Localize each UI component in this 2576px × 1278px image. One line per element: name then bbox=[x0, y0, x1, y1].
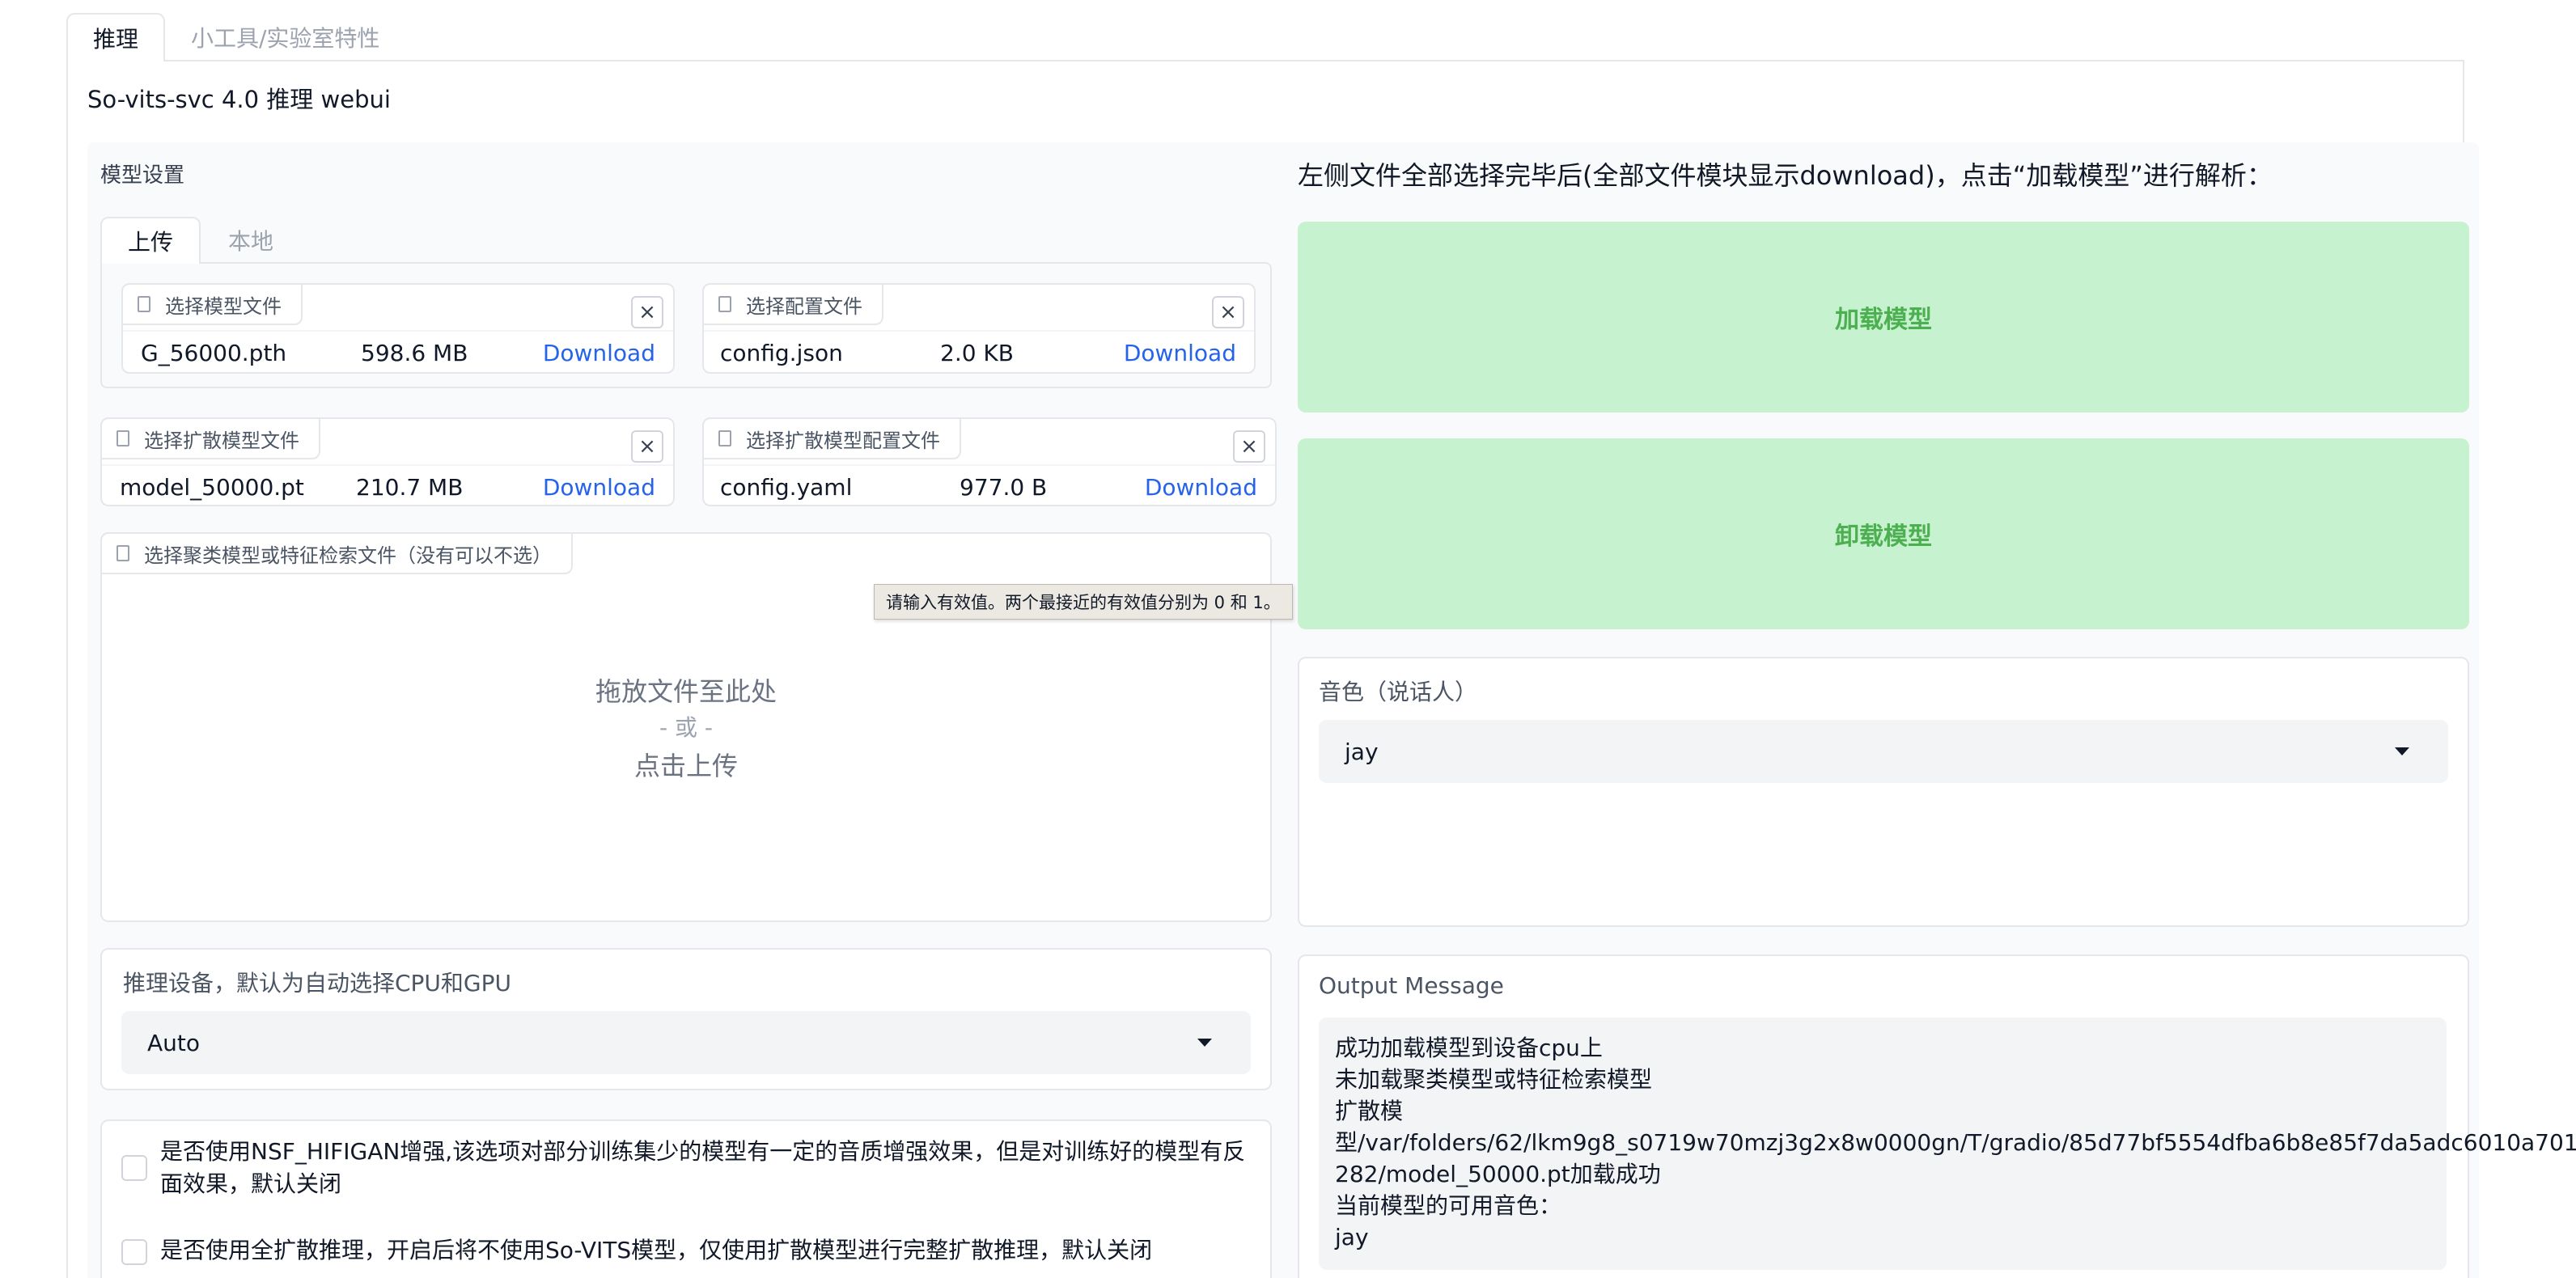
file-icon bbox=[117, 430, 129, 446]
device-value: Auto bbox=[147, 1029, 201, 1056]
page-title: So-vits-svc 4.0 推理 webui bbox=[87, 86, 391, 113]
device-label: 推理设备，默认为自动选择CPU和GPU bbox=[123, 970, 512, 997]
file-icon bbox=[117, 545, 129, 561]
output-line: 当前模型的可用音色： bbox=[1335, 1192, 1562, 1219]
file-icon bbox=[138, 296, 150, 312]
file-size: 598.6 MB bbox=[361, 340, 468, 366]
download-link[interactable]: Download bbox=[543, 474, 655, 501]
model-file-label-text: 选择模型文件 bbox=[165, 294, 282, 318]
output-line: 未加载聚类模型或特征检索模型 bbox=[1335, 1066, 1653, 1093]
download-link[interactable]: Download bbox=[1124, 340, 1236, 366]
tab-upload[interactable]: 上传 bbox=[100, 217, 201, 264]
output-line: 成功加载模型到设备cpu上 bbox=[1335, 1035, 1603, 1061]
diffusion-config-file-card: 选择扩散模型配置文件 × config.yaml 977.0 B Downloa… bbox=[702, 417, 1277, 506]
file-size: 977.0 B bbox=[960, 474, 1048, 501]
close-icon[interactable]: × bbox=[1233, 430, 1265, 463]
config-file-label-text: 选择配置文件 bbox=[746, 294, 862, 318]
file-row: model_50000.pt 210.7 MB Download bbox=[102, 464, 673, 506]
file-row: config.json 2.0 KB Download bbox=[704, 330, 1254, 372]
close-icon[interactable]: × bbox=[1212, 296, 1244, 328]
file-name: G_56000.pth bbox=[141, 340, 287, 366]
tab-tools[interactable]: 小工具/实验室特性 bbox=[170, 13, 400, 61]
file-size: 2.0 KB bbox=[940, 340, 1014, 366]
click-upload: 点击上传 bbox=[633, 751, 738, 781]
device-block: 推理设备，默认为自动选择CPU和GPU Auto bbox=[100, 948, 1272, 1090]
output-line: 282/model_50000.pt加载成功 bbox=[1335, 1161, 1661, 1187]
cluster-file-label: 选择聚类模型或特征检索文件（没有可以不选） bbox=[100, 532, 573, 574]
close-icon[interactable]: × bbox=[631, 296, 663, 328]
model-settings-label: 模型设置 bbox=[100, 163, 185, 188]
output-label: Output Message bbox=[1319, 972, 1504, 999]
drop-hint: 拖放文件至此处 bbox=[595, 676, 777, 707]
download-link[interactable]: Download bbox=[543, 340, 655, 366]
options-block: 是否使用NSF_HIFIGAN增强,该选项对部分训练集少的模型有一定的音质增强效… bbox=[100, 1119, 1272, 1278]
full-diffusion-label: 是否使用全扩散推理，开启后将不使用So-VITS模型，仅使用扩散模型进行完整扩散… bbox=[160, 1237, 1153, 1263]
cluster-file-label-text: 选择聚类模型或特征检索文件（没有可以不选） bbox=[144, 544, 552, 567]
output-message-textarea[interactable]: 成功加载模型到设备cpu上 未加载聚类模型或特征检索模型 扩散模 型/var/f… bbox=[1319, 1018, 2576, 1270]
chevron-down-icon bbox=[1197, 1039, 1212, 1047]
speaker-block: 音色（说话人） jay bbox=[1298, 657, 2469, 927]
speaker-label: 音色（说话人） bbox=[1319, 679, 1478, 705]
file-icon bbox=[718, 296, 731, 312]
nsf-hifigan-checkbox[interactable] bbox=[121, 1155, 147, 1181]
tab-local[interactable]: 本地 bbox=[207, 217, 294, 264]
file-name: model_50000.pt bbox=[120, 474, 304, 501]
config-file-card: 选择配置文件 × config.json 2.0 KB Download bbox=[702, 283, 1256, 374]
nsf-hifigan-label: 是否使用NSF_HIFIGAN增强,该选项对部分训练集少的模型有一定的音质增强效… bbox=[160, 1136, 1260, 1200]
output-line: jay bbox=[1335, 1224, 1369, 1250]
model-file-card: 选择模型文件 × G_56000.pth 598.6 MB Download bbox=[121, 283, 675, 374]
tab-inference[interactable]: 推理 bbox=[66, 13, 165, 61]
output-line: 扩散模 bbox=[1335, 1098, 1404, 1124]
load-model-button[interactable]: 加载模型 bbox=[1298, 222, 2469, 413]
load-instructions: 左侧文件全部选择完毕后(全部文件模块显示download)，点击“加载模型”进行… bbox=[1298, 160, 2273, 191]
config-file-label: 选择配置文件 bbox=[702, 283, 883, 325]
close-icon[interactable]: × bbox=[631, 430, 663, 463]
file-name: config.json bbox=[720, 340, 843, 366]
diffusion-config-file-label: 选择扩散模型配置文件 bbox=[702, 417, 961, 459]
file-name: config.yaml bbox=[720, 474, 853, 501]
chevron-down-icon bbox=[2395, 747, 2409, 755]
unload-model-button[interactable]: 卸载模型 bbox=[1298, 438, 2469, 629]
nsf-hifigan-label-line2: 面效果，默认关闭 bbox=[160, 1170, 342, 1197]
model-file-label: 选择模型文件 bbox=[121, 283, 303, 325]
output-line: 型/var/folders/62/lkm9g8_s0719w70mzj3g2x8… bbox=[1335, 1129, 2576, 1156]
speaker-value: jay bbox=[1345, 738, 1379, 765]
file-row: G_56000.pth 598.6 MB Download bbox=[123, 330, 673, 372]
diffusion-model-file-card: 选择扩散模型文件 × model_50000.pt 210.7 MB Downl… bbox=[100, 417, 675, 506]
file-icon bbox=[718, 430, 731, 446]
device-dropdown[interactable]: Auto bbox=[121, 1011, 1251, 1074]
file-size: 210.7 MB bbox=[356, 474, 464, 501]
diffusion-model-file-label: 选择扩散模型文件 bbox=[100, 417, 320, 459]
validation-tooltip: 请输入有效值。两个最接近的有效值分别为 0 和 1。 bbox=[874, 584, 1293, 620]
diffusion-model-file-label-text: 选择扩散模型文件 bbox=[144, 429, 299, 452]
speaker-dropdown[interactable]: jay bbox=[1319, 720, 2448, 783]
drop-or: - 或 - bbox=[659, 714, 713, 741]
download-link[interactable]: Download bbox=[1145, 474, 1257, 501]
full-diffusion-checkbox[interactable] bbox=[121, 1239, 147, 1265]
nsf-hifigan-label-line1: 是否使用NSF_HIFIGAN增强,该选项对部分训练集少的模型有一定的音质增强效… bbox=[160, 1138, 1246, 1165]
file-row: config.yaml 977.0 B Download bbox=[704, 464, 1275, 506]
diffusion-config-file-label-text: 选择扩散模型配置文件 bbox=[746, 429, 940, 452]
